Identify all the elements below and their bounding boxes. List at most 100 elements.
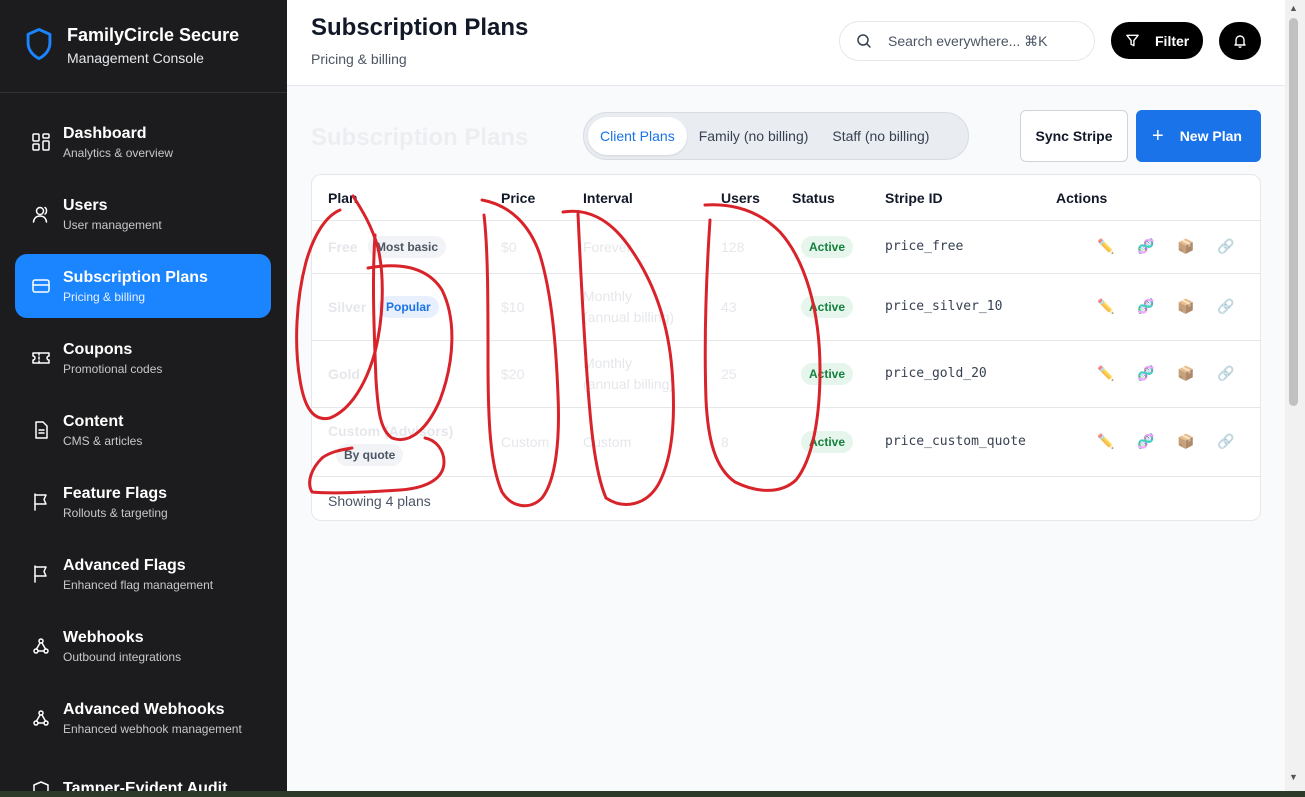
column-header-stripe-id[interactable]: Stripe ID xyxy=(885,190,943,206)
table-header: Plan Price Interval Users Status Stripe ID Act… xyxy=(312,175,1260,221)
webhook-icon xyxy=(33,710,49,726)
sidebar: FamilyCircle Secure Management Console D… xyxy=(0,0,287,797)
sidebar-item-content[interactable]: Content CMS & articles xyxy=(15,398,271,462)
sidebar-item-sublabel: Analytics & overview xyxy=(63,145,174,160)
plan-interval-note: (annual billing) xyxy=(583,375,675,392)
link-icon[interactable]: 🔗 xyxy=(1217,365,1234,382)
search-input[interactable]: Search everywhere... ⌘K xyxy=(839,21,1095,61)
new-plan-label: New Plan xyxy=(1179,128,1242,144)
plan-interval: Monthly xyxy=(583,354,633,371)
section-title: Subscription Plans xyxy=(311,124,529,151)
scrollbar[interactable]: ▲ ▼ xyxy=(1285,0,1305,791)
scroll-up-icon[interactable]: ▲ xyxy=(1289,3,1298,13)
plan-name: Silver xyxy=(328,298,367,315)
plan-interval: Forever xyxy=(583,238,632,255)
status-badge: Active xyxy=(801,362,854,385)
sidebar-item-sublabel: Outbound integrations xyxy=(63,649,182,664)
sidebar-item-sublabel: User management xyxy=(63,217,162,232)
plan-badge: Popular xyxy=(378,295,439,318)
dna-icon[interactable]: 🧬 xyxy=(1137,433,1154,450)
plan-users: 8 xyxy=(721,433,729,450)
column-header-price[interactable]: Price xyxy=(501,190,535,206)
plan-price: Custom xyxy=(501,433,550,450)
plan-badge-wrap: Popular xyxy=(378,295,439,318)
scroll-down-icon[interactable]: ▼ xyxy=(1289,772,1298,782)
sidebar-item-sublabel: Enhanced flag management xyxy=(63,577,214,592)
plan-interval: Custom xyxy=(583,433,632,450)
dna-icon[interactable]: 🧬 xyxy=(1137,298,1154,315)
package-icon[interactable]: 📦 xyxy=(1177,298,1194,315)
column-header-plan[interactable]: Plan xyxy=(328,190,358,206)
stripe-id: price_gold_20 xyxy=(885,365,987,381)
column-header-status[interactable]: Status xyxy=(792,190,835,206)
new-plan-button[interactable]: + New Plan xyxy=(1136,110,1261,162)
tab-staff-no-billing[interactable]: Staff (no billing) xyxy=(820,117,941,155)
sidebar-item-label: Dashboard xyxy=(63,124,147,142)
filter-icon xyxy=(1126,34,1139,47)
column-header-users[interactable]: Users xyxy=(721,190,760,206)
dna-icon[interactable]: 🧬 xyxy=(1137,238,1154,255)
link-icon[interactable]: 🔗 xyxy=(1217,298,1234,315)
sidebar-item-subscription-plans[interactable]: Subscription Plans Pricing & billing xyxy=(15,254,271,318)
sidebar-item-advanced-flags[interactable]: Advanced Flags Enhanced flag management xyxy=(15,542,271,606)
plan-badge-wrap: Most basic xyxy=(368,235,447,258)
table-row[interactable]: Custom (Advisors) By quote Custom Custom 8 Ac… xyxy=(312,408,1260,477)
bell-icon xyxy=(1234,35,1246,48)
sidebar-item-users[interactable]: Users User management xyxy=(15,182,271,246)
table-row[interactable]: Silver Popular $10 Monthly (annual billing) 4… xyxy=(312,274,1260,341)
page-title: Subscription Plans xyxy=(311,14,529,41)
sidebar-item-advanced-webhooks[interactable]: Advanced Webhooks Enhanced webhook manage… xyxy=(15,686,271,750)
header: Subscription Plans Pricing & billing Sea… xyxy=(287,0,1285,86)
search-placeholder: Search everywhere... ⌘K xyxy=(888,32,1048,49)
plus-icon: + xyxy=(1152,124,1164,147)
plan-users: 128 xyxy=(721,238,745,255)
sidebar-nav: Dashboard Analytics & overview Users User m… xyxy=(0,93,287,797)
sidebar-item-label: Advanced Flags xyxy=(63,556,186,574)
column-header-actions[interactable]: Actions xyxy=(1056,190,1107,206)
plan-interval-note: (annual billing) xyxy=(583,308,675,325)
plan-badge: Most basic xyxy=(368,235,447,258)
package-icon[interactable]: 📦 xyxy=(1177,433,1194,450)
edit-icon[interactable]: ✏️ xyxy=(1097,365,1114,382)
package-icon[interactable]: 📦 xyxy=(1177,238,1194,255)
filter-label: Filter xyxy=(1155,32,1190,49)
table-row[interactable]: Gold $20 Monthly (annual billing) 25 Active pr… xyxy=(312,341,1260,408)
credit-card-icon xyxy=(32,279,50,293)
brand-subtitle: Management Console xyxy=(67,50,204,66)
flag-icon xyxy=(34,565,47,583)
table-row[interactable]: Free Most basic $0 Forever 128 Active price_fr… xyxy=(312,221,1260,274)
sidebar-item-label: Subscription Plans xyxy=(63,268,208,286)
plan-tabs: Client Plans Family (no billing) Staff (no… xyxy=(583,112,969,160)
plan-price: $0 xyxy=(501,238,517,255)
sidebar-item-label: Feature Flags xyxy=(63,484,168,502)
sidebar-item-sublabel: Rollouts & targeting xyxy=(63,505,168,520)
link-icon[interactable]: 🔗 xyxy=(1217,433,1234,450)
plan-badge: By quote xyxy=(336,443,404,466)
sidebar-item-sublabel: CMS & articles xyxy=(63,433,143,448)
link-icon[interactable]: 🔗 xyxy=(1217,238,1234,255)
plans-table: Plan Price Interval Users Status Stripe ID Act… xyxy=(311,174,1261,521)
sidebar-item-label: Coupons xyxy=(63,340,133,358)
document-icon xyxy=(35,421,48,439)
sidebar-item-webhooks[interactable]: Webhooks Outbound integrations xyxy=(15,614,271,678)
edit-icon[interactable]: ✏️ xyxy=(1097,298,1114,315)
column-header-interval[interactable]: Interval xyxy=(583,190,633,206)
tab-client-plans[interactable]: Client Plans xyxy=(588,117,687,155)
filter-button[interactable]: Filter xyxy=(1111,22,1203,59)
dna-icon[interactable]: 🧬 xyxy=(1137,365,1154,382)
sidebar-item-coupons[interactable]: Coupons Promotional codes xyxy=(15,326,271,390)
notifications-button[interactable] xyxy=(1219,22,1261,60)
flag-icon xyxy=(34,493,47,511)
sidebar-item-feature-flags[interactable]: Feature Flags Rollouts & targeting xyxy=(15,470,271,534)
sync-stripe-button[interactable]: Sync Stripe xyxy=(1020,110,1128,162)
stripe-id: price_free xyxy=(885,238,964,254)
package-icon[interactable]: 📦 xyxy=(1177,365,1194,382)
edit-icon[interactable]: ✏️ xyxy=(1097,433,1114,450)
sidebar-item-sublabel: Promotional codes xyxy=(63,361,163,376)
sidebar-item-dashboard[interactable]: Dashboard Analytics & overview xyxy=(15,110,271,174)
edit-icon[interactable]: ✏️ xyxy=(1097,238,1114,255)
tab-family-no-billing[interactable]: Family (no billing) xyxy=(687,117,821,155)
plan-name: Gold xyxy=(328,365,360,382)
scroll-thumb[interactable] xyxy=(1289,18,1298,406)
plan-price: $20 xyxy=(501,365,525,382)
